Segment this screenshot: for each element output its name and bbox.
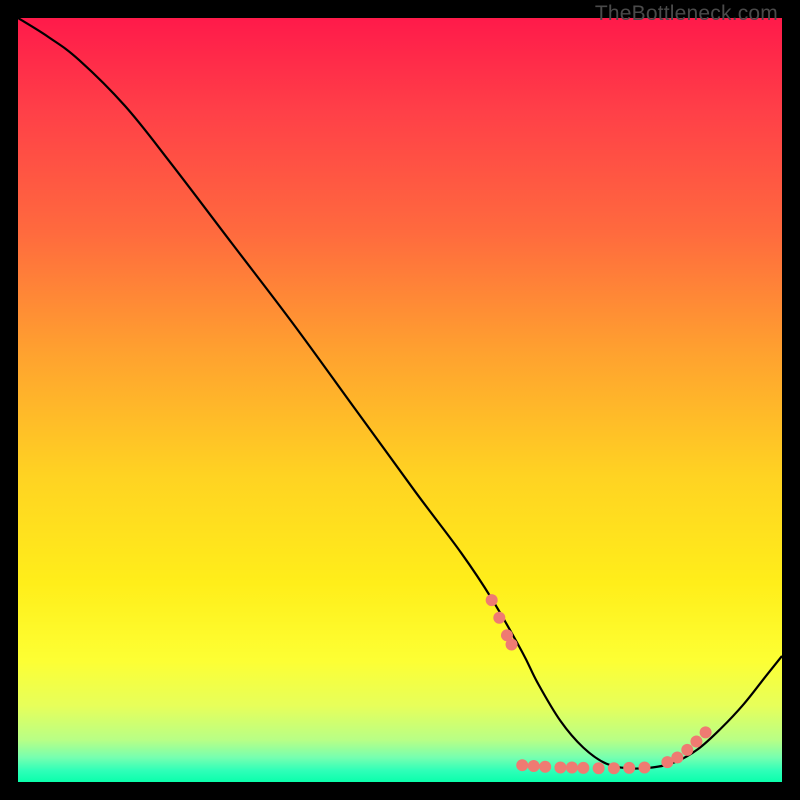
data-marker — [608, 762, 620, 774]
data-marker — [516, 759, 528, 771]
data-marker — [554, 761, 566, 773]
data-marker — [493, 612, 505, 624]
data-marker — [690, 736, 702, 748]
data-marker — [593, 762, 605, 774]
gradient-background — [18, 18, 782, 782]
bottleneck-chart — [18, 18, 782, 782]
data-marker — [539, 761, 551, 773]
data-marker — [506, 638, 518, 650]
data-marker — [700, 726, 712, 738]
data-marker — [528, 760, 540, 772]
data-marker — [486, 594, 498, 606]
data-marker — [638, 761, 650, 773]
data-marker — [566, 761, 578, 773]
data-marker — [681, 744, 693, 756]
data-marker — [577, 762, 589, 774]
plot-frame — [18, 18, 782, 782]
data-marker — [623, 762, 635, 774]
watermark-text: TheBottleneck.com — [595, 2, 778, 26]
data-marker — [671, 752, 683, 764]
